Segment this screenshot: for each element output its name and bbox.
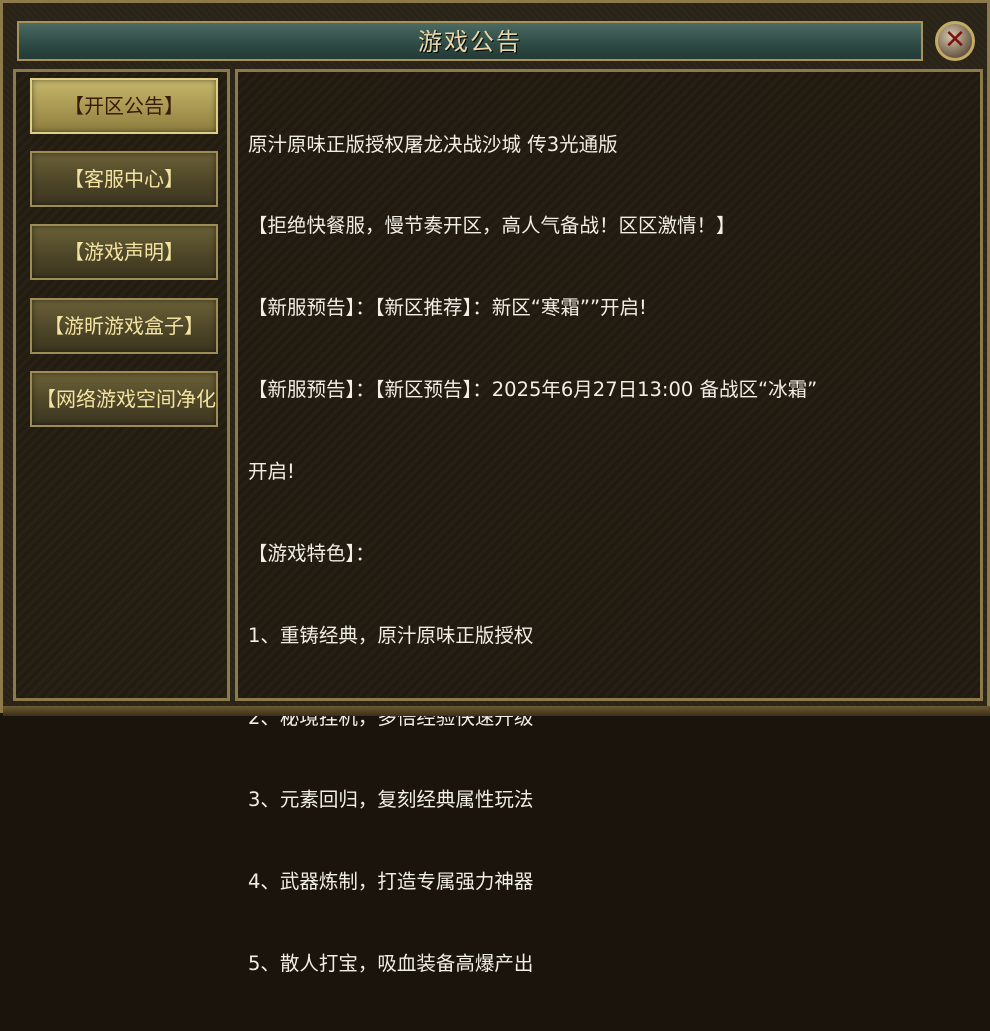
sidebar-item-game-box[interactable]: 【游昕游戏盒子】 [30, 298, 218, 354]
window-title: 游戏公告 [418, 28, 522, 56]
close-x-icon[interactable]: ✕ [935, 21, 975, 61]
sidebar-item-server-announcement[interactable]: 【开区公告】 [30, 78, 218, 134]
sidebar-item-game-statement[interactable]: 【游戏声明】 [30, 224, 218, 280]
sidebar: 【开区公告】 【客服中心】 【游戏声明】 【游昕游戏盒子】 【网络游戏空间净化 [13, 69, 230, 701]
frame-bottom-border [3, 706, 990, 716]
announcement-line: 开启! [248, 460, 295, 484]
announcement-line: 【游戏特色】： [248, 542, 375, 566]
announcement-line: 5、散人打宝，吸血装备高爆产出 [248, 951, 534, 975]
announcement-line: 原汁原味正版授权屠龙决战沙城 传3光通版 [248, 132, 618, 156]
sidebar-item-cyberspace-cleanup[interactable]: 【网络游戏空间净化 [30, 371, 218, 427]
announcement-window: 游戏公告 ✕ 【开区公告】 【客服中心】 【游戏声明】 【游昕游戏盒子】 【网络… [0, 0, 990, 975]
announcement-text: 原汁原味正版授权屠龙决战沙城 传3光通版 【拒绝快餐服，慢节奏开区，高人气备战！… [248, 76, 978, 1031]
announcement-line: 1、重铸经典，原汁原味正版授权 [248, 623, 534, 647]
title-bar[interactable]: 游戏公告 [17, 21, 923, 61]
announcement-content-panel: 原汁原味正版授权屠龙决战沙城 传3光通版 【拒绝快餐服，慢节奏开区，高人气备战！… [235, 69, 983, 975]
announcement-line: 4、武器炼制，打造专属强力神器 [248, 869, 534, 893]
announcement-line: 3、元素回归，复刻经典属性玩法 [248, 787, 534, 811]
announcement-line: 【新服预告】：【新区预告】：2025年6月27日13:00 备战区“冰霜” [248, 378, 818, 402]
announcement-line: 【新服预告】：【新区推荐】：新区“寒霜””开启! [248, 296, 647, 320]
sidebar-item-customer-service[interactable]: 【客服中心】 [30, 151, 218, 207]
announcement-line: 【拒绝快餐服，慢节奏开区，高人气备战！区区激情！】 [248, 214, 736, 238]
